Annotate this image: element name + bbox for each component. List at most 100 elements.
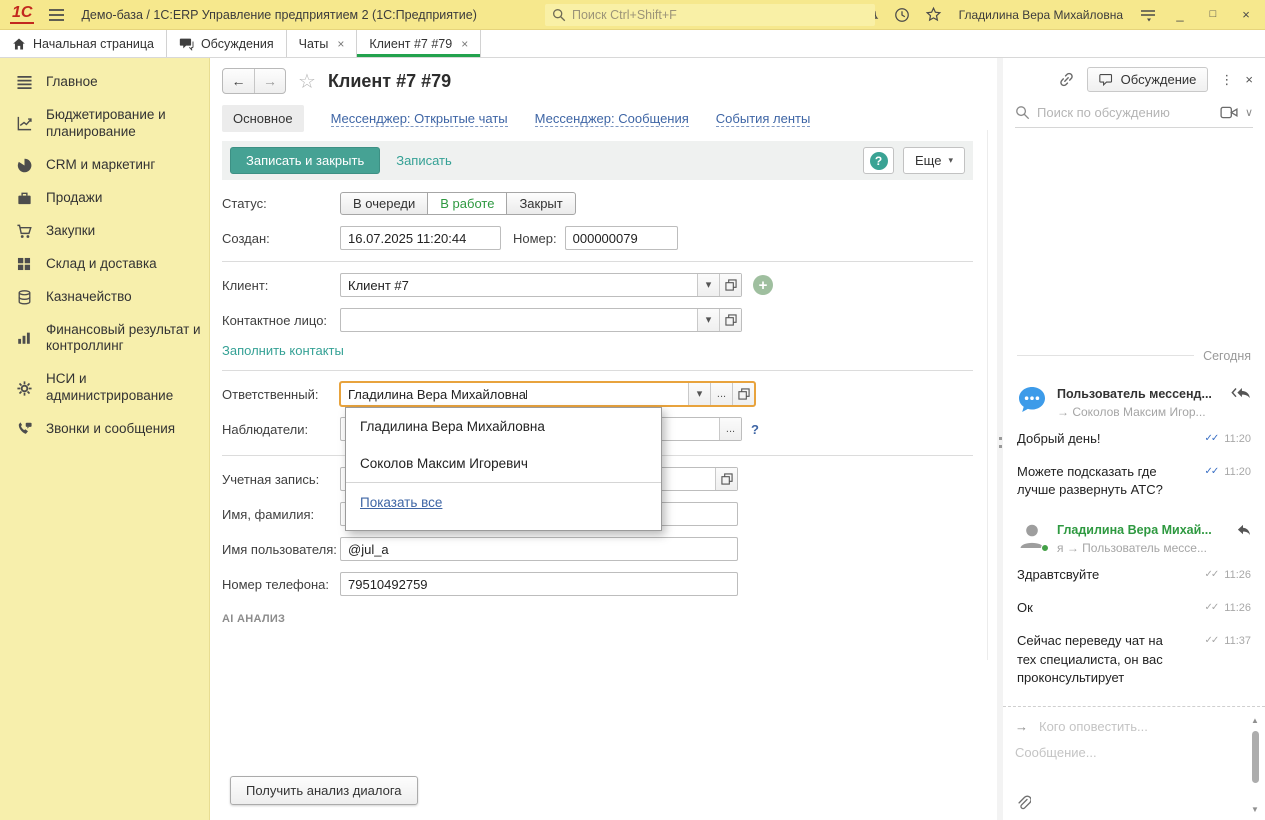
history-icon[interactable]: [894, 7, 910, 23]
global-search-placeholder: Поиск Ctrl+Shift+F: [572, 8, 677, 22]
created-label: Создан:: [222, 231, 340, 246]
link-messenger-messages[interactable]: Мессенджер: Сообщения: [535, 111, 689, 127]
chat-message: Добрый день! ✓✓11:20: [1017, 430, 1251, 448]
message-route: → Соколов Максим Игор...: [1057, 405, 1251, 419]
sidebar-item-crm[interactable]: CRM и маркетинг: [0, 149, 209, 182]
tab-discussions[interactable]: Обсуждения: [167, 30, 287, 57]
favorite-star-icon[interactable]: ☆: [298, 69, 316, 94]
fill-contacts-link[interactable]: Заполнить контакты: [222, 343, 344, 358]
service-menu-icon[interactable]: [1140, 8, 1156, 22]
coins-icon: [15, 289, 33, 306]
back-button[interactable]: ←: [223, 69, 254, 93]
chat-message: Ок ✓✓11:26: [1017, 599, 1251, 617]
reply-all-icon[interactable]: [1231, 387, 1251, 400]
combo-caret-icon[interactable]: ▾: [697, 274, 719, 296]
tab-chats[interactable]: Чаты ×: [287, 30, 358, 57]
responsible-combo[interactable]: Гладилина Вера Михайловна ▾ ...: [340, 382, 755, 406]
ai-analysis-section-label[interactable]: AI АНАЛИЗ: [222, 613, 973, 625]
save-button[interactable]: Записать: [396, 153, 452, 168]
close-panel-icon[interactable]: ×: [1245, 72, 1253, 87]
created-field[interactable]: 16.07.2025 11:20:44: [340, 226, 501, 250]
link-feed-events[interactable]: События ленты: [716, 111, 811, 127]
message-group: Гладилина Вера Михай... я → Пользователь…: [1017, 514, 1251, 702]
tab-close-icon[interactable]: ×: [461, 37, 468, 51]
open-form-icon[interactable]: [719, 309, 741, 331]
main-menu-icon[interactable]: [48, 8, 65, 22]
menu-icon: [15, 75, 33, 90]
dropdown-item[interactable]: Гладилина Вера Михайловна: [346, 408, 661, 445]
open-form-icon[interactable]: [732, 383, 754, 405]
status-option-in-progress[interactable]: В работе: [427, 192, 507, 215]
save-close-button[interactable]: Записать и закрыть: [230, 147, 380, 174]
discussion-search-placeholder: Поиск по обсуждению: [1037, 105, 1213, 120]
client-combo[interactable]: Клиент #7 ▾: [340, 273, 742, 297]
sidebar-item-treasury[interactable]: Казначейство: [0, 281, 209, 314]
author-name[interactable]: Пользователь мессенд...: [1057, 387, 1212, 401]
combo-caret-icon[interactable]: ▾: [697, 309, 719, 331]
watchers-help-icon[interactable]: ?: [751, 422, 759, 437]
global-search-input[interactable]: Поиск Ctrl+Shift+F: [545, 4, 875, 26]
scroll-up-icon[interactable]: ▲: [1251, 717, 1259, 725]
chevron-down-icon[interactable]: ∨: [1245, 106, 1253, 119]
favorites-star-icon[interactable]: [925, 6, 942, 23]
reply-icon[interactable]: [1235, 524, 1251, 537]
message-input[interactable]: Сообщение...: [1015, 745, 1239, 760]
tab-home[interactable]: Начальная страница: [0, 30, 167, 57]
sidebar-item-nsi-admin[interactable]: НСИ и администрирование: [0, 363, 209, 413]
open-windows-tabbar: Начальная страница Обсуждения Чаты × Кли…: [0, 30, 1265, 58]
message-route: я → Пользователь мессе...: [1057, 541, 1251, 555]
username-field[interactable]: @jul_a: [340, 537, 738, 561]
discussion-button[interactable]: Обсуждение: [1087, 67, 1209, 92]
open-form-icon[interactable]: [715, 468, 737, 490]
phone-chat-icon: [15, 421, 33, 438]
minimize-button[interactable]: _: [1171, 8, 1189, 21]
panel-splitter-handle[interactable]: [997, 430, 1003, 454]
composer-scrollbar[interactable]: ▲ ▼: [1249, 717, 1261, 814]
user-avatar[interactable]: [1017, 521, 1047, 551]
analyze-dialog-button[interactable]: Получить анализ диалога: [230, 776, 418, 805]
author-name[interactable]: Гладилина Вера Михай...: [1057, 523, 1212, 537]
help-button[interactable]: ?: [863, 147, 894, 174]
divider: [222, 370, 973, 371]
select-from-list-icon[interactable]: ...: [719, 418, 741, 440]
messenger-bubble-avatar[interactable]: [1017, 385, 1047, 415]
forward-button[interactable]: →: [254, 69, 285, 93]
add-client-button[interactable]: +: [753, 275, 773, 295]
status-option-queue[interactable]: В очереди: [340, 192, 428, 215]
show-all-link[interactable]: Показать все: [360, 495, 442, 510]
more-button[interactable]: Еще▾: [903, 147, 965, 174]
video-call-icon[interactable]: [1220, 106, 1238, 119]
sidebar-item-financial-result[interactable]: Финансовый результат и контроллинг: [0, 314, 209, 364]
discussion-search-input[interactable]: Поиск по обсуждению ∨: [1015, 105, 1253, 128]
attach-file-icon[interactable]: [1015, 795, 1031, 812]
tab-close-icon[interactable]: ×: [337, 37, 344, 51]
tab-client[interactable]: Клиент #7 #79 ×: [357, 30, 481, 57]
current-user-name[interactable]: Гладилина Вера Михайловна: [959, 8, 1123, 22]
sidebar-item-sales[interactable]: Продажи: [0, 182, 209, 215]
sidebar-item-warehouse[interactable]: Склад и доставка: [0, 248, 209, 281]
notify-recipients-input[interactable]: Кого оповестить...: [1039, 719, 1148, 734]
status-option-closed[interactable]: Закрыт: [506, 192, 575, 215]
close-window-button[interactable]: ×: [1237, 8, 1255, 21]
message-time: 11:26: [1224, 568, 1251, 583]
maximize-button[interactable]: □: [1204, 9, 1222, 20]
link-messenger-open-chats[interactable]: Мессенджер: Открытые чаты: [331, 111, 508, 127]
tab-main-section[interactable]: Основное: [222, 105, 304, 132]
contact-combo[interactable]: ▾: [340, 308, 742, 332]
open-form-icon[interactable]: [719, 274, 741, 296]
combo-caret-icon[interactable]: ▾: [688, 383, 710, 405]
grid-icon: [15, 256, 33, 272]
number-field[interactable]: 000000079: [565, 226, 678, 250]
scroll-thumb[interactable]: [1252, 731, 1259, 783]
select-from-list-icon[interactable]: ...: [710, 383, 732, 405]
message-list[interactable]: Сегодня Пользователь мессенд... → Соколо…: [1003, 128, 1265, 706]
dropdown-item[interactable]: Соколов Максим Игоревич: [346, 445, 661, 482]
copy-link-icon[interactable]: [1058, 71, 1075, 88]
sidebar-item-main[interactable]: Главное: [0, 66, 209, 99]
sidebar-item-budgeting[interactable]: Бюджетирование и планирование: [0, 99, 209, 149]
scroll-down-icon[interactable]: ▼: [1251, 806, 1259, 814]
phone-field[interactable]: 79510492759: [340, 572, 738, 596]
panel-menu-dots-icon[interactable]: ⋮: [1220, 72, 1233, 88]
sidebar-item-calls-messages[interactable]: Звонки и сообщения: [0, 413, 209, 446]
sidebar-item-purchases[interactable]: Закупки: [0, 215, 209, 248]
